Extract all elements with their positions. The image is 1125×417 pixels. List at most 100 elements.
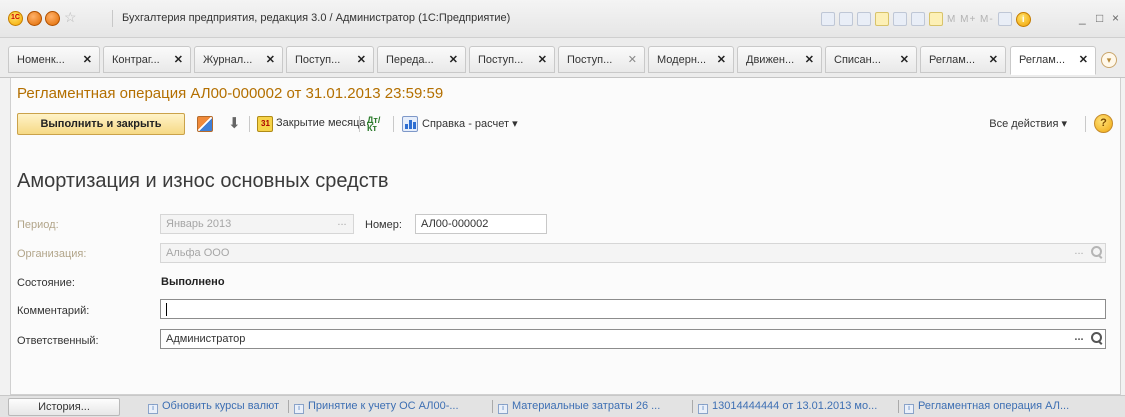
command-bar: Выполнить и закрыть ⬇ 31 Закрытие месяца… [17,113,1117,135]
number-value: АЛ00-000002 [421,218,489,230]
tab-nomenclature[interactable]: Номенк... ✕ [8,46,100,73]
tab-transfer[interactable]: Переда... ✕ [377,46,466,73]
text-cursor [166,303,167,316]
tab-close-icon[interactable]: ✕ [174,53,183,66]
tab-close-icon[interactable]: ✕ [900,53,909,66]
window-icon[interactable] [997,12,1012,26]
document-title: Регламентная операция АЛ00-000002 от 31.… [17,85,444,102]
help-icon[interactable]: ? [1094,114,1113,133]
organization-select-button[interactable]: ... [1071,245,1087,261]
tab-journal[interactable]: Журнал... ✕ [194,46,283,73]
print-icon[interactable] [839,12,853,26]
responsible-select-button[interactable]: ... [1071,331,1087,347]
tab-label: Поступ... [567,54,613,66]
number-field[interactable]: АЛ00-000002 [415,214,547,234]
minimize-button[interactable]: _ [1079,11,1086,25]
window-title: Бухгалтерия предприятия, редакция 3.0 / … [122,12,511,24]
app-logo-icon[interactable]: 1С [8,11,23,26]
maximize-button[interactable]: □ [1096,11,1103,25]
tab-modernization[interactable]: Модерн... ✕ [648,46,734,73]
tab-regulated-1[interactable]: Реглам... ✕ [920,46,1006,73]
history-item-label: 13014444444 от 13.01.2013 мо... [712,400,878,412]
tab-label: Движен... [746,54,795,66]
report-chart-icon[interactable] [402,116,418,132]
preview-icon[interactable] [857,12,871,26]
window-title-bar: 1С ☆ Бухгалтерия предприятия, редакция 3… [0,0,1125,38]
tab-receipt-1[interactable]: Поступ... ✕ [286,46,374,73]
report-calc-button[interactable]: Справка - расчет ▾ [422,117,518,130]
tab-label: Модерн... [657,54,707,66]
tab-close-icon[interactable]: ✕ [1079,53,1088,66]
tab-label: Поступ... [295,54,341,66]
download-arrow-icon[interactable]: ⬇ [228,114,244,132]
tab-writeoff[interactable]: Списан... ✕ [825,46,917,73]
tab-close-icon[interactable]: ✕ [266,53,275,66]
period-value: Январь 2013 [166,218,232,230]
toolbar-separator [1085,116,1086,132]
period-field[interactable]: Январь 2013 ... [160,214,354,234]
organization-search-icon[interactable] [1091,246,1103,258]
history-item[interactable]: i 13014444444 от 13.01.2013 мо... [698,400,877,414]
dt-kt-icon[interactable]: Дт/Кт [367,116,383,133]
responsible-field[interactable]: Администратор ... [160,329,1106,349]
tab-close-icon[interactable]: ✕ [717,53,726,66]
save-icon[interactable] [821,12,835,26]
tab-label: Номенк... [17,54,65,66]
tab-label: Переда... [386,54,434,66]
tab-close-icon[interactable]: ✕ [805,53,814,66]
forward-icon[interactable] [45,11,60,26]
state-value: Выполнено [161,276,225,288]
history-bar: История... i Обновить курсы валют i Принят… [0,395,1125,417]
star-favorites-icon[interactable] [875,12,889,26]
history-separator [692,400,693,413]
post-document-icon[interactable] [197,116,213,132]
tab-label: Поступ... [478,54,524,66]
title-toolbar: M M+ M- i [821,10,1031,28]
history-item[interactable]: i Материальные затраты 26 ... [498,400,660,414]
tab-close-icon[interactable]: ✕ [357,53,366,66]
history-item[interactable]: i Обновить курсы валют [148,400,279,414]
info-icon: i [148,404,158,414]
document-form: Регламентная операция АЛ00-000002 от 31.… [10,78,1121,395]
tab-close-icon[interactable]: ✕ [628,53,637,66]
history-button[interactable]: История... [8,398,120,416]
history-item[interactable]: i Принятие к учету ОС АЛ00-... [294,400,459,414]
tab-movement[interactable]: Движен... ✕ [737,46,822,73]
tab-contractors[interactable]: Контраг... ✕ [103,46,191,73]
month-close-icon[interactable]: 31 [257,116,273,132]
all-actions-button[interactable]: Все действия ▾ [989,117,1067,130]
number-label: Номер: [365,219,402,231]
info-icon: i [904,404,914,414]
tab-close-icon[interactable]: ✕ [989,53,998,66]
calendar-icon[interactable] [929,12,943,26]
tab-receipt-3[interactable]: Поступ... ✕ [558,46,645,73]
organization-label: Организация: [17,248,87,260]
toolbar-separator [249,116,250,132]
toolbar-separator [393,116,394,132]
back-icon[interactable] [27,11,42,26]
tab-receipt-2[interactable]: Поступ... ✕ [469,46,555,73]
info-icon: i [498,404,508,414]
toolbar-separator [359,116,360,132]
tab-close-icon[interactable]: ✕ [83,53,92,66]
tab-close-icon[interactable]: ✕ [538,53,547,66]
info-icon[interactable]: i [1015,11,1031,27]
execute-and-close-button[interactable]: Выполнить и закрыть [17,113,185,135]
responsible-search-icon[interactable] [1091,332,1103,344]
memory-buttons[interactable]: M M+ M- [947,14,994,25]
month-close-button[interactable]: Закрытие месяца [276,117,366,129]
history-item[interactable]: i Регламентная операция АЛ... [904,400,1069,414]
tab-label: Контраг... [112,54,160,66]
calculator-icon[interactable] [911,12,925,26]
link-icon[interactable] [893,12,907,26]
tab-regulated-2-active[interactable]: Реглам... ✕ [1010,46,1096,75]
period-select-button[interactable]: ... [334,216,350,232]
favorites-star-icon[interactable]: ☆ [64,9,77,26]
comment-input[interactable] [160,299,1106,319]
tab-close-icon[interactable]: ✕ [449,53,458,66]
period-label: Период: [17,219,59,231]
close-window-button[interactable]: × [1112,11,1119,25]
organization-field[interactable]: Альфа ООО ... [160,243,1106,263]
tabs-more-icon[interactable]: ▾ [1101,52,1117,68]
responsible-label: Ответственный: [17,335,99,347]
